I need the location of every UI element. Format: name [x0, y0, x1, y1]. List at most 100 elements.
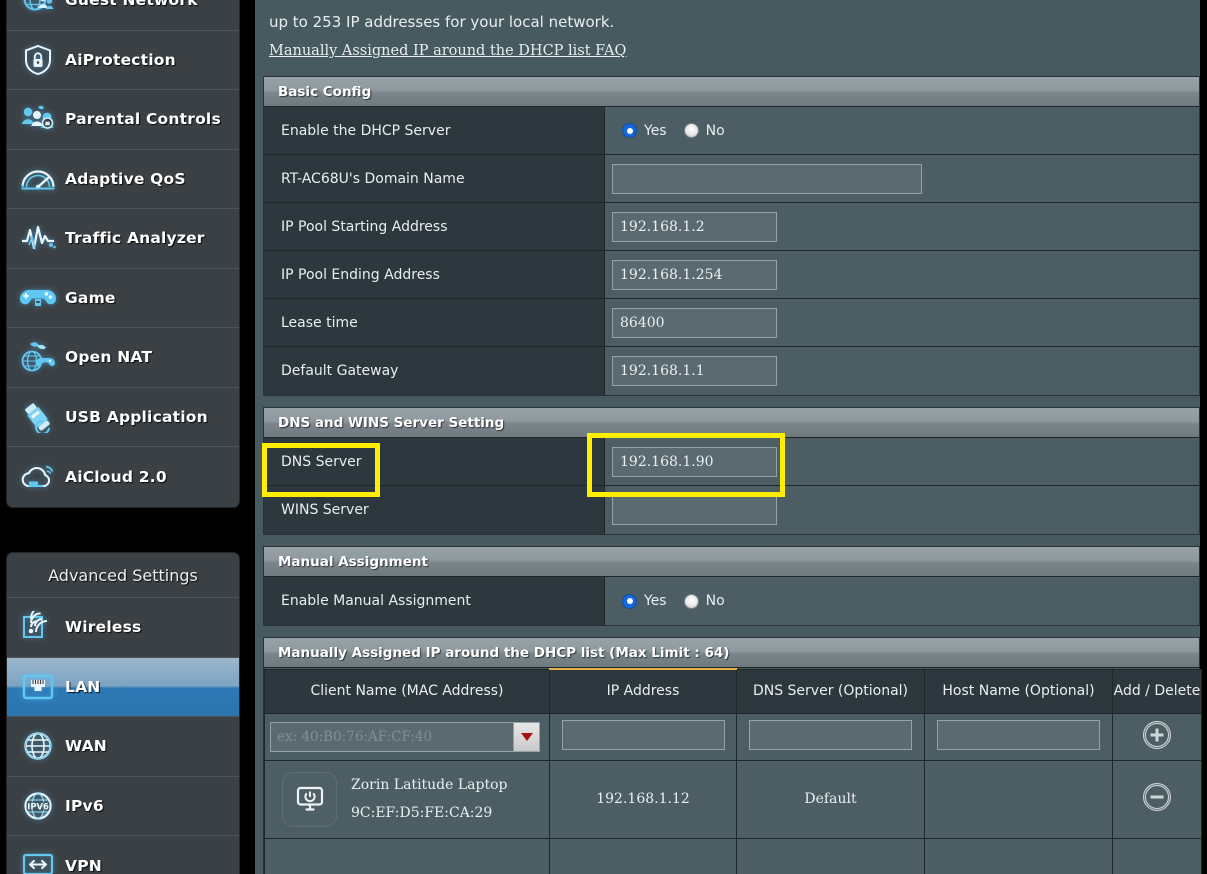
label-dns-server: DNS Server	[264, 438, 605, 485]
chevron-down-icon[interactable]	[513, 722, 539, 751]
traffic-analyzer-icon	[15, 217, 61, 259]
dhcp-radio-no[interactable]	[683, 123, 699, 138]
pool-start-input[interactable]	[612, 211, 777, 242]
sidebar-item-guest-network[interactable]: Guest Network	[7, 0, 239, 31]
assigned-list-title: Manually Assigned IP around the DHCP lis…	[264, 638, 1199, 668]
cell-partial-1	[264, 837, 550, 874]
new-dns-input[interactable]	[749, 719, 912, 750]
cell-new-hostname	[924, 712, 1113, 761]
manual-assignment-panel: Manual Assignment Enable Manual Assignme…	[263, 546, 1200, 626]
domain-name-input[interactable]	[612, 163, 922, 194]
sidebar-item-label: Game	[65, 288, 116, 307]
table-row: Zorin Latitude Laptop 9C:EF:D5:FE:CA:29 …	[264, 759, 1202, 839]
gamepad-icon	[15, 277, 61, 319]
dhcp-faq-link[interactable]: Manually Assigned IP around the DHCP lis…	[269, 43, 626, 59]
row-pool-start: IP Pool Starting Address	[264, 203, 1199, 251]
sidebar-item-label: Wireless	[65, 618, 142, 637]
col-ip-address: IP Address	[549, 668, 737, 714]
value-wins-server	[605, 486, 1199, 534]
cell-entry-hostname	[924, 759, 1113, 839]
wireless-icon	[15, 606, 61, 648]
row-enable-manual: Enable Manual Assignment Yes No	[264, 577, 1199, 625]
sidebar-item-parental-controls[interactable]: Parental Controls	[7, 90, 239, 150]
manual-assignment-title: Manual Assignment	[264, 547, 1199, 577]
sidebar-item-vpn[interactable]: VPN	[7, 836, 239, 874]
globe-icon	[15, 725, 61, 767]
value-enable-dhcp: Yes No	[605, 107, 1199, 154]
dhcp-radio-yes[interactable]	[622, 123, 637, 138]
client-mac: 9C:EF:D5:FE:CA:29	[351, 805, 493, 821]
advanced-settings-header: Advanced Settings	[7, 553, 239, 598]
value-default-gateway	[605, 347, 1199, 395]
col-add-delete: Add / Delete	[1112, 668, 1202, 714]
sidebar-item-label: Parental Controls	[65, 110, 221, 129]
new-hostname-input[interactable]	[937, 719, 1100, 750]
value-lease-time	[605, 299, 1199, 346]
label-pool-end: IP Pool Ending Address	[264, 251, 605, 298]
sidebar-item-traffic-analyzer[interactable]: Traffic Analyzer	[7, 209, 239, 269]
sidebar-item-wan[interactable]: WAN	[7, 717, 239, 777]
svg-text:IPV6: IPV6	[27, 801, 49, 811]
dns-wins-panel: DNS and WINS Server Setting DNS Server W…	[263, 407, 1200, 535]
dns-wins-title: DNS and WINS Server Setting	[264, 408, 1199, 438]
sidebar-item-game[interactable]: Game	[7, 268, 239, 328]
sidebar-item-ipv6[interactable]: IPV6 IPv6	[7, 776, 239, 836]
row-pool-end: IP Pool Ending Address	[264, 251, 1199, 299]
mac-address-select[interactable]: ex: 40:B0:76:AF:CF:40	[270, 721, 540, 752]
sidebar-item-open-nat[interactable]: Open NAT	[7, 328, 239, 388]
row-lease-time: Lease time	[264, 299, 1199, 347]
cell-new-dns	[736, 712, 925, 761]
wins-server-input[interactable]	[612, 495, 777, 525]
sidebar-item-label: AiProtection	[65, 50, 176, 69]
assigned-list-panel: Manually Assigned IP around the DHCP lis…	[263, 637, 1202, 874]
manual-radio-no-label: No	[705, 593, 725, 609]
usb-icon	[15, 396, 61, 438]
label-default-gateway: Default Gateway	[264, 347, 605, 395]
value-domain-name	[605, 155, 1199, 202]
manual-radio-no[interactable]	[683, 593, 699, 609]
lan-port-icon	[15, 666, 61, 708]
intro-line: up to 253 IP addresses for your local ne…	[269, 13, 615, 31]
add-row-button[interactable]	[1142, 720, 1172, 750]
value-pool-end	[605, 251, 1199, 298]
value-dns-server	[605, 438, 1199, 485]
row-enable-dhcp: Enable the DHCP Server Yes No	[264, 107, 1199, 155]
cell-partial-3	[736, 837, 925, 874]
sidebar-item-adaptive-qos[interactable]: Adaptive QoS	[7, 149, 239, 209]
guest-network-icon	[15, 0, 61, 21]
sidebar-item-label: USB Application	[65, 407, 208, 426]
dhcp-radio-no-label: No	[705, 122, 725, 139]
row-wins-server: WINS Server	[264, 486, 1199, 534]
sidebar-item-lan[interactable]: LAN	[7, 657, 239, 717]
label-enable-dhcp: Enable the DHCP Server	[264, 107, 605, 154]
col-host-name: Host Name (Optional)	[924, 668, 1113, 714]
pool-end-input[interactable]	[612, 259, 777, 290]
row-default-gateway: Default Gateway	[264, 347, 1199, 395]
desktop-power-icon	[282, 771, 337, 827]
sidebar-general-group: Guest Network AiProtection Parental Cont…	[6, 0, 240, 508]
default-gateway-input[interactable]	[612, 356, 777, 386]
label-pool-start: IP Pool Starting Address	[264, 203, 605, 250]
shield-lock-icon	[15, 39, 61, 81]
sidebar-item-aiprotection[interactable]: AiProtection	[7, 30, 239, 90]
manual-radio-group: Yes No	[612, 593, 735, 609]
manual-radio-yes[interactable]	[622, 593, 637, 609]
parental-controls-icon	[15, 98, 61, 140]
dns-server-input[interactable]	[612, 446, 777, 477]
intro-text: up to 253 IP addresses for your local ne…	[263, 0, 1192, 65]
sidebar-item-usb-application[interactable]: USB Application	[7, 387, 239, 447]
sidebar-item-aicloud-2-0[interactable]: AiCloud 2.0	[7, 447, 239, 507]
cell-partial-4	[924, 837, 1113, 874]
row-domain-name: RT-AC68U's Domain Name	[264, 155, 1199, 203]
sidebar-item-label: AiCloud 2.0	[65, 467, 167, 486]
delete-row-button[interactable]	[1142, 782, 1172, 812]
lease-time-input[interactable]	[612, 307, 777, 338]
content-panel: up to 253 IP addresses for your local ne…	[255, 0, 1202, 874]
value-enable-manual: Yes No	[605, 577, 1199, 625]
label-wins-server: WINS Server	[264, 486, 605, 534]
sidebar-item-wireless[interactable]: Wireless	[7, 598, 239, 658]
cell-client: Zorin Latitude Laptop 9C:EF:D5:FE:CA:29	[264, 759, 550, 839]
new-ip-input[interactable]	[561, 719, 725, 750]
cell-entry-dns: Default	[736, 759, 925, 839]
cell-new-ip	[549, 712, 737, 761]
